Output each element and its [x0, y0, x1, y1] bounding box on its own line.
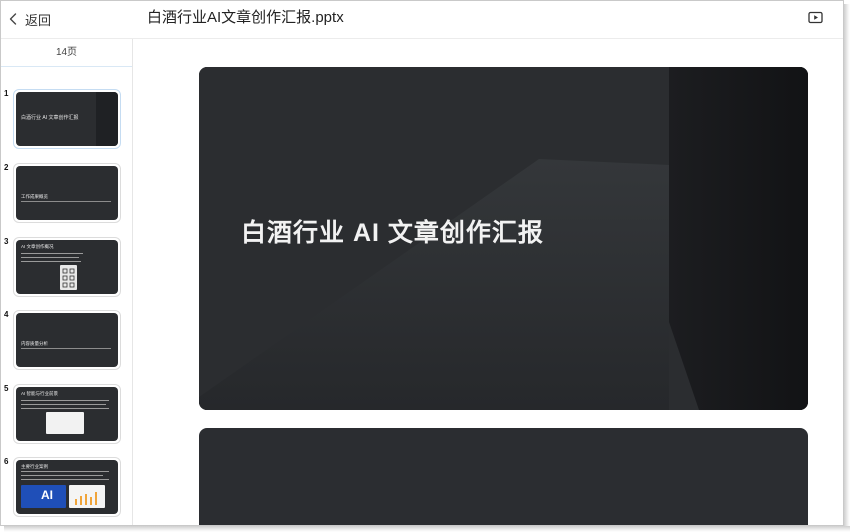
slide-thumbnail-1[interactable]: 白酒行业 AI 文章创作汇报	[13, 89, 121, 149]
play-button[interactable]	[807, 10, 825, 26]
thumbnail-row: 6 主要行业案例 AI	[1, 457, 132, 523]
slide-thumbnail-3[interactable]: AI 文章创作概况	[13, 237, 121, 297]
thumbnail-number: 1	[4, 89, 9, 98]
thumbnail-preview: AI 文章创作概况	[16, 240, 118, 294]
thumbnail-number: 2	[4, 163, 9, 172]
thumbnail-number: 6	[4, 457, 9, 466]
chevron-left-icon	[9, 13, 17, 25]
document-title: 白酒行业AI文章创作汇报.pptx	[147, 9, 344, 26]
top-bar: 返回 白酒行业AI文章创作汇报.pptx	[1, 1, 843, 39]
page-count: 14页	[1, 39, 132, 67]
slide-thumbnail-6[interactable]: 主要行业案例 AI	[13, 457, 121, 517]
slide-thumbnail-sidebar: 14页 1 白酒行业 AI 文章创作汇报 2 工作成果概览 3 AI 文章创作概…	[1, 39, 133, 525]
ai-badge: AI	[41, 488, 53, 502]
slide-view: 白酒行业 AI 文章创作汇报	[134, 39, 843, 525]
slide-thumbnail-2[interactable]: 工作成果概览	[13, 163, 121, 223]
thumbnail-preview: 工作成果概览	[16, 166, 118, 220]
thumbnail-row: 3 AI 文章创作概况	[1, 237, 132, 303]
table-preview	[46, 412, 84, 434]
divider	[21, 348, 111, 349]
ai-image: AI	[21, 485, 66, 508]
window-shadow	[844, 4, 850, 532]
divider	[21, 201, 111, 202]
slide-1: 白酒行业 AI 文章创作汇报	[199, 67, 808, 410]
chart-preview	[69, 485, 105, 508]
thumbnail-row: 2 工作成果概览	[1, 163, 132, 229]
thumbnail-number: 4	[4, 310, 9, 319]
thumbnail-text: 白酒行业 AI 文章创作汇报	[21, 115, 79, 121]
thumbnail-preview: AI 智能与行业前景	[16, 387, 118, 441]
play-icon	[807, 11, 825, 30]
back-label: 返回	[25, 12, 52, 28]
thumbnail-row: 1 白酒行业 AI 文章创作汇报	[1, 89, 132, 155]
app-window: 返回 白酒行业AI文章创作汇报.pptx 14页 1 白酒行业 AI 文章创作汇…	[0, 0, 844, 526]
slide-2[interactable]	[199, 428, 808, 525]
thumbnail-row: 5 AI 智能与行业前景	[1, 384, 132, 450]
thumbnail-preview: 内容质量分析	[16, 313, 118, 367]
thumbnail-text: 内容质量分析	[21, 341, 48, 346]
thumbnail-text: AI 智能与行业前景	[21, 391, 59, 396]
slide-thumbnail-4[interactable]: 内容质量分析	[13, 310, 121, 370]
thumbnail-text: AI 文章创作概况	[21, 244, 54, 249]
thumbnail-text: 主要行业案例	[21, 464, 48, 469]
slide-title: 白酒行业 AI 文章创作汇报	[241, 219, 544, 247]
qr-code-icon	[60, 265, 77, 290]
thumbnail-text: 工作成果概览	[21, 194, 48, 199]
thumbnail-preview: 白酒行业 AI 文章创作汇报	[16, 92, 118, 146]
back-button[interactable]: 返回	[9, 9, 51, 29]
thumbnail-number: 5	[4, 384, 9, 393]
thumbnail-number: 3	[4, 237, 9, 246]
slide-thumbnail-5[interactable]: AI 智能与行业前景	[13, 384, 121, 444]
thumbnail-row: 4 内容质量分析	[1, 310, 132, 376]
window-shadow	[4, 526, 850, 532]
thumbnail-preview: 主要行业案例 AI	[16, 460, 118, 514]
